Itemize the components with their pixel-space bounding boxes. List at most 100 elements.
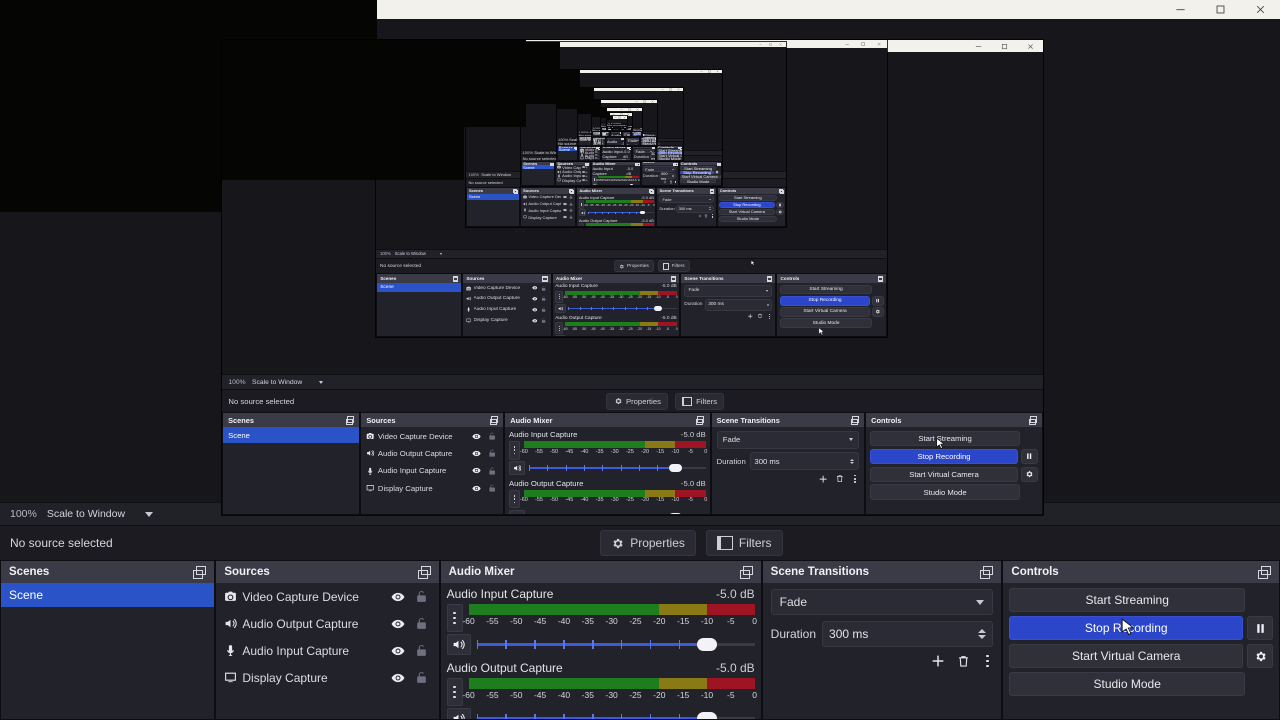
toolbar-button-group: Properties Filters [600,530,783,556]
scene-item-label: Scene [9,588,44,602]
source-item-label: Display Capture [242,670,328,685]
audio-meter-ticks: -60 -55 -50 -45 -40 -35 -30 -25 -20 -15 -10 -5 0 [462,616,758,628]
audio-level-meter: -60-55-50-45-40-35-30-25-20-15-10-50 [462,604,758,628]
volume-slider-tick [592,714,594,719]
controls-button-stack: Start Streaming Stop Recording Start Virtu… [1009,588,1273,696]
controls-row: Stop Recording [1009,616,1273,640]
audio-channel-meter-row: -60-55-50-45-40-35-30-25-20-15-10-50 [446,678,757,706]
audio-meter-tick-label: -10 [700,690,714,700]
start-virtual-camera-button[interactable]: Start Virtual Camera [1009,644,1243,668]
popout-icon-front [1261,566,1271,575]
duration-input[interactable]: 300 ms [822,621,994,647]
add-transition-plus-icon[interactable] [930,653,946,669]
studio-mode-label: Studio Mode [1093,677,1161,691]
studio-mode-button[interactable]: Studio Mode [1009,672,1245,696]
volume-slider-handle[interactable] [697,638,718,651]
chevron-up-icon[interactable] [978,629,987,633]
properties-button-label: Properties [630,536,685,550]
source-list-item[interactable]: Audio Input Capture [216,637,438,664]
start-streaming-button[interactable]: Start Streaming [1009,588,1245,612]
kebab-dot [453,695,456,699]
audio-meter-ticks: -60 -55 -50 -45 -40 -35 -30 -25 -20 -15 -10 -5 0 [462,690,757,702]
properties-button[interactable]: Properties [600,530,696,556]
remove-transition-trash-icon[interactable] [956,654,971,669]
volume-slider-tick [649,640,652,649]
close-button[interactable] [1240,0,1280,19]
gear-icon [611,537,624,550]
volume-slider-tick [505,640,508,649]
pause-recording-button[interactable] [1247,616,1273,640]
scene-list-item[interactable]: Scene [1,583,215,607]
audio-channel-db: -5.0 dB [715,587,755,601]
source-item-label: Audio Output Capture [242,616,359,631]
lock-icon[interactable] [413,644,431,657]
speaker-icon [224,617,237,630]
transition-duration-row: Duration 300 ms [771,621,994,647]
audio-channel-menu-button[interactable] [446,678,463,706]
preview-scale-mode-dropdown[interactable]: Scale to Window [46,508,154,520]
scenes-dock-header: Scenes [1,561,215,583]
volume-slider-tick [534,714,536,719]
preview-scale-mode-label: Scale to Window [46,508,126,520]
source-list-item[interactable]: Video Capture Device [216,583,438,610]
volume-slider[interactable] [476,710,755,719]
filters-icon [716,536,733,550]
audio-meter-tick-label: 0 [752,616,758,626]
audio-mixer-channel: Audio Output Capture-5.0 dB-60-55-50-45-… [446,661,757,719]
source-item-label: Video Capture Device [242,589,359,604]
scenes-dock-body: Scene [1,583,215,719]
popout-icon[interactable] [417,566,431,579]
visibility-eye-icon[interactable] [388,644,408,658]
audio-channel-menu-button[interactable] [446,604,463,632]
popout-icon[interactable] [193,566,207,579]
visibility-eye-icon[interactable] [388,671,408,685]
popout-icon-front [742,566,753,575]
audio-meter-tick-label: -35 [581,616,594,626]
transition-type-dropdown[interactable]: Fade [770,589,994,615]
mute-toggle-speaker-icon[interactable] [446,708,471,719]
audio-meter-tick-label: -25 [629,616,642,626]
filters-button[interactable]: Filters [705,530,783,556]
lock-icon[interactable] [413,671,431,684]
minimize-button[interactable] [1160,0,1200,19]
controls-row: Start Virtual Camera [1009,644,1273,668]
lock-icon[interactable] [413,590,431,603]
audio-meter-tick-label: -20 [653,616,666,626]
volume-slider-tick [534,640,536,649]
audio-meter-tick-label: -45 [533,616,547,626]
duration-spinner[interactable] [978,629,987,639]
visibility-eye-icon[interactable] [388,617,408,631]
volume-slider-handle[interactable] [697,712,718,719]
audio-mixer-dock-header: Audio Mixer [440,561,761,583]
scene-transitions-dock-title: Scene Transitions [770,566,870,578]
volume-slider[interactable] [476,636,755,654]
mute-toggle-speaker-icon[interactable] [446,634,471,655]
sources-dock: Sources Video Capture Device Audio Output … [215,560,440,720]
maximize-button[interactable] [1200,0,1240,19]
audio-meter-tick-label: -5 [727,616,735,626]
source-list-item[interactable]: Audio Output Capture [216,610,438,637]
popout-icon[interactable] [980,566,994,579]
audio-channel-meter-row: -60-55-50-45-40-35-30-25-20-15-10-50 [446,604,758,632]
chevron-down-icon[interactable] [978,635,987,639]
monitor-icon [224,671,237,684]
popout-icon[interactable] [1258,566,1271,579]
meter-yellow-zone [659,678,707,689]
virtual-camera-settings-button[interactable] [1247,644,1273,668]
video-capture-device-output [0,0,377,212]
stop-recording-button[interactable]: Stop Recording [1009,616,1243,640]
kebab-dot [453,616,456,620]
visibility-eye-icon[interactable] [388,590,408,604]
popout-icon[interactable] [739,566,753,579]
audio-channel-name: Audio Output Capture [446,661,563,675]
lock-icon[interactable] [413,617,431,630]
controls-row-spacer [1249,588,1273,612]
audio-meter-tick-label: -15 [676,616,690,626]
audio-meter-tick-label: -55 [486,690,499,700]
audio-meter-tick-label: -30 [605,690,618,700]
transition-options-kebab-icon[interactable] [981,654,993,668]
source-list-item[interactable]: Display Capture [216,664,438,691]
volume-slider-tick [505,714,508,719]
audio-channel-volume-row [446,708,755,719]
scene-transitions-dock-header: Scene Transitions [762,561,1002,583]
